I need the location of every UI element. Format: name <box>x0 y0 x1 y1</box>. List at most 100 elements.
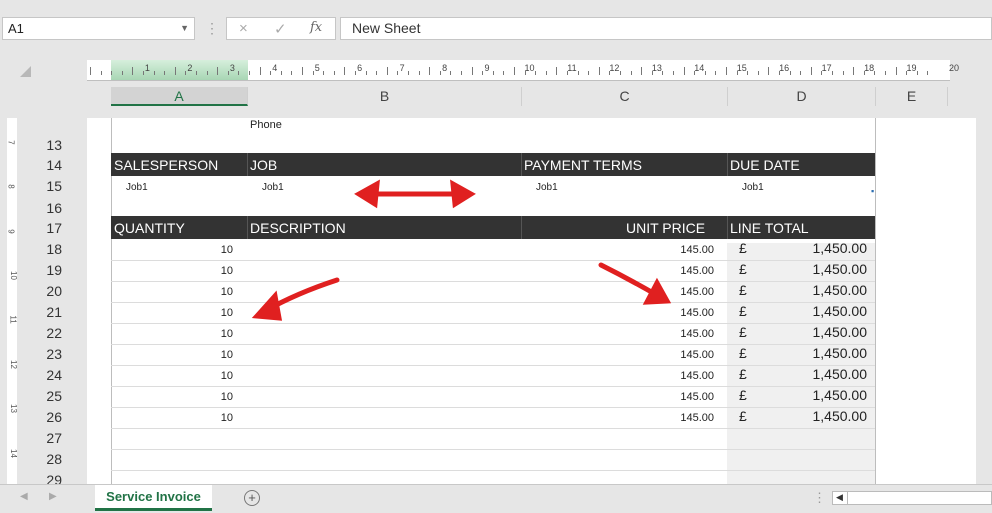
ruler-tick <box>545 71 547 75</box>
chevron-down-icon[interactable]: ▼ <box>180 18 189 39</box>
ruler-tick <box>249 71 250 75</box>
ruler-tick <box>280 71 282 75</box>
ruler-tick <box>609 71 611 75</box>
ruler-tick <box>238 71 240 75</box>
ruler-tick <box>842 71 844 75</box>
ruler-tick <box>323 71 325 75</box>
ruler-tick <box>386 67 388 75</box>
ruler-tick <box>376 71 378 75</box>
ruler-tick <box>832 71 833 75</box>
ruler-tick <box>588 71 590 75</box>
ruler-tick <box>121 71 123 75</box>
fx-icon[interactable]: fx <box>310 20 322 35</box>
ruler-number: 15 <box>736 63 747 73</box>
ruler-tick <box>651 71 653 75</box>
ruler-number: 19 <box>906 63 917 73</box>
formula-bar-area: A1 ▼ ⋮ × ✓ fx New Sheet <box>0 0 992 58</box>
ruler-tick <box>821 71 823 75</box>
row-header[interactable]: 27 <box>22 430 62 446</box>
ruler-number: 4 <box>272 63 278 73</box>
ruler-tick <box>344 67 346 75</box>
ruler-tick <box>736 71 738 75</box>
ruler-number: 18 <box>864 63 875 73</box>
row-header[interactable]: 17 <box>22 220 62 236</box>
ruler-tick <box>800 71 802 75</box>
row-header[interactable]: 16 <box>22 200 62 216</box>
row-header[interactable]: 20 <box>22 283 62 299</box>
row-header[interactable]: 19 <box>22 262 62 278</box>
ruler-tick <box>333 71 335 75</box>
ruler-tick <box>227 71 229 75</box>
column-header-b[interactable]: B <box>248 87 522 106</box>
ruler-tick <box>153 71 155 75</box>
row-header[interactable]: 24 <box>22 367 62 383</box>
column-header-a[interactable]: A <box>111 87 248 106</box>
arrow-right-down-icon <box>598 262 658 297</box>
ruler-tick <box>620 71 621 75</box>
row-header[interactable]: 18 <box>22 241 62 257</box>
row-header[interactable]: 28 <box>22 451 62 467</box>
ruler-number: 17 <box>821 63 832 73</box>
tab-scroll-right-icon[interactable]: ▶ <box>49 491 57 502</box>
ruler-tick <box>598 67 600 75</box>
ruler-tick <box>143 71 144 75</box>
ruler-tick <box>259 67 261 75</box>
column-header-e[interactable]: E <box>876 87 948 106</box>
ruler-tick <box>726 67 727 75</box>
formula-input[interactable]: New Sheet <box>340 17 992 40</box>
ruler-tick <box>492 71 494 75</box>
add-sheet-icon[interactable]: + <box>244 490 260 506</box>
ruler-number: 11 <box>567 63 577 73</box>
ruler-tick <box>217 67 219 75</box>
ruler-tick <box>185 71 187 75</box>
more-icon: ⋮ <box>205 20 219 36</box>
scroll-left-icon[interactable]: ◀ <box>836 492 843 503</box>
row-header[interactable]: 14 <box>22 157 62 173</box>
ruler-number: 13 <box>651 63 662 73</box>
column-header-d[interactable]: D <box>728 87 876 106</box>
ruler-tick <box>439 71 441 75</box>
ruler-tick <box>874 71 876 75</box>
ruler-tick <box>683 67 685 75</box>
ruler-tick <box>397 71 399 75</box>
row-header[interactable]: 26 <box>22 409 62 425</box>
tab-scroll-left-icon[interactable]: ◀ <box>20 491 28 502</box>
ruler-tick <box>302 67 303 75</box>
ruler-tick <box>429 67 431 75</box>
ruler-tick <box>630 71 632 75</box>
arrow-head-left <box>354 179 380 209</box>
ruler-tick <box>111 71 113 75</box>
more-icon: ⋮ <box>813 490 826 505</box>
row-header[interactable]: 21 <box>22 304 62 320</box>
ruler-tick <box>768 67 770 75</box>
ruler-tick <box>270 71 272 75</box>
enter-icon[interactable]: ✓ <box>274 20 287 38</box>
ruler-tick <box>471 67 473 75</box>
ruler-tick <box>556 67 558 75</box>
ruler-number: 5 <box>314 63 320 73</box>
sheet-page[interactable]: Phone SALESPERSON JOB PAYMENT TERMS DUE … <box>87 118 976 484</box>
row-header[interactable]: 23 <box>22 346 62 362</box>
row-header[interactable]: 25 <box>22 388 62 404</box>
ruler-tick <box>567 71 568 75</box>
ruler-tick <box>662 71 664 75</box>
ruler-tick <box>503 71 505 75</box>
horizontal-scrollbar[interactable]: ◀ <box>832 491 992 505</box>
row-header[interactable]: 22 <box>22 325 62 341</box>
ruler-tick <box>355 71 356 75</box>
ruler-tick <box>885 71 886 75</box>
cancel-icon[interactable]: × <box>239 20 248 37</box>
ruler-tick <box>90 67 91 75</box>
ruler-tick <box>694 71 696 75</box>
ruler-tick <box>906 71 908 75</box>
ruler-number: 3 <box>229 63 235 73</box>
ruler-tick <box>704 71 706 75</box>
row-header[interactable]: 15 <box>22 178 62 194</box>
column-header-c[interactable]: C <box>522 87 728 106</box>
ruler-tick <box>779 71 780 75</box>
ruler-tick <box>577 71 579 75</box>
ruler-number: 9 <box>484 63 490 73</box>
row-header[interactable]: 13 <box>22 137 62 153</box>
ruler-tick <box>174 67 176 75</box>
tab-service-invoice[interactable]: Service Invoice <box>95 485 212 511</box>
